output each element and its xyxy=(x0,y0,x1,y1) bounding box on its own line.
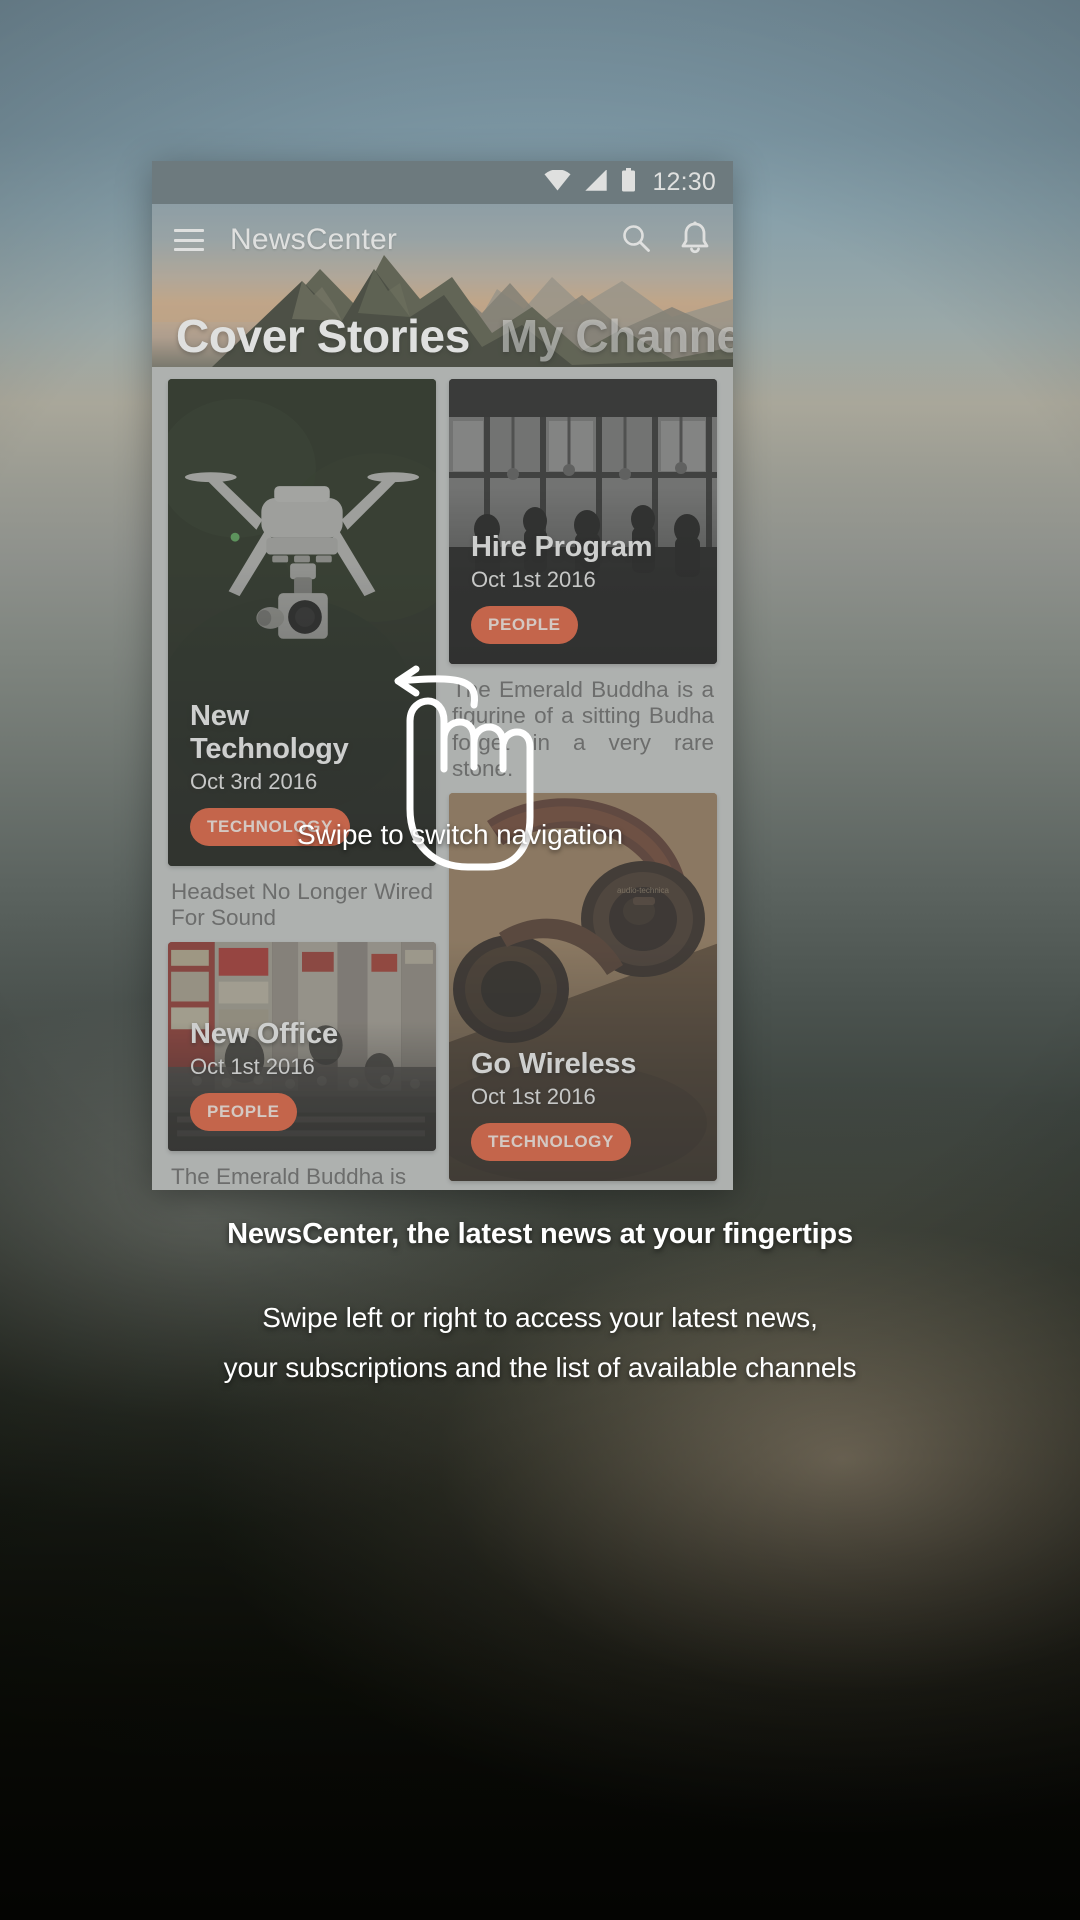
phone-screenshot: 12:30 NewsCenter Cover Stories My Channe… xyxy=(152,161,733,1190)
card-body: New Technology Oct 3rd 2016 TECHNOLOGY xyxy=(168,700,436,866)
caption-heading: NewsCenter, the latest news at your fing… xyxy=(227,1218,853,1250)
card-date: Oct 3rd 2016 xyxy=(190,768,318,794)
battery-icon xyxy=(621,168,636,197)
excerpt-emerald-buddha: The Emerald Buddha is a figurine of a si… xyxy=(452,677,714,781)
signal-icon xyxy=(584,168,608,196)
card-tag-badge[interactable]: TECHNOLOGY xyxy=(190,807,350,846)
card-body: New Office Oct 1st 2016 PEOPLE xyxy=(168,1018,436,1151)
status-bar-clock: 12:30 xyxy=(652,168,716,196)
card-title: New Office xyxy=(190,1017,338,1050)
caption-body: Swipe left or right to access your lates… xyxy=(0,1293,1080,1393)
right-column: Hire Program Oct 1st 2016 PEOPLE The Eme… xyxy=(449,379,717,1190)
wifi-icon xyxy=(544,168,571,196)
caption-line-2: your subscriptions and the list of avail… xyxy=(223,1351,857,1383)
card-hire-program[interactable]: Hire Program Oct 1st 2016 PEOPLE xyxy=(449,379,717,664)
bell-icon[interactable] xyxy=(679,221,711,260)
card-new-technology[interactable]: New Technology Oct 3rd 2016 TECHNOLOGY xyxy=(168,379,436,866)
hamburger-menu-icon[interactable] xyxy=(174,229,204,251)
card-body: Hire Program Oct 1st 2016 PEOPLE xyxy=(449,531,717,664)
tab-cover-stories[interactable]: Cover Stories xyxy=(176,309,470,363)
caption-block: NewsCenter, the latest news at your fing… xyxy=(0,1218,1080,1393)
app-bar: NewsCenter xyxy=(152,204,733,276)
search-icon[interactable] xyxy=(620,222,652,259)
caption-line-1: Swipe left or right to access your lates… xyxy=(262,1302,818,1333)
left-column: New Technology Oct 3rd 2016 TECHNOLOGY H… xyxy=(168,379,436,1190)
card-date: Oct 1st 2016 xyxy=(471,567,596,592)
excerpt-emerald-partial: The Emerald Buddha is xyxy=(171,1163,407,1189)
card-date: Oct 1st 2016 xyxy=(471,1084,596,1110)
app-bar-actions xyxy=(620,221,711,260)
content-area: New Technology Oct 3rd 2016 TECHNOLOGY H… xyxy=(152,367,733,1190)
card-tag-badge[interactable]: PEOPLE xyxy=(471,606,578,644)
card-tag-badge[interactable]: PEOPLE xyxy=(190,1092,297,1131)
card-tag-badge[interactable]: TECHNOLOGY xyxy=(471,1123,631,1162)
card-title: Hire Program xyxy=(471,531,653,563)
tab-bar: Cover Stories My Channels xyxy=(152,309,733,363)
hero-header: NewsCenter Cover Stories My Channels xyxy=(152,204,733,367)
card-new-office[interactable]: New Office Oct 1st 2016 PEOPLE xyxy=(168,942,436,1151)
excerpt-headset: Headset No Longer Wired For Sound xyxy=(171,878,433,931)
card-title: New Technology xyxy=(190,699,349,765)
card-title: Go Wireless xyxy=(471,1048,637,1081)
card-body: Go Wireless Oct 1st 2016 TECHNOLOGY xyxy=(449,1048,717,1181)
app-title: NewsCenter xyxy=(230,223,398,256)
status-bar: 12:30 xyxy=(152,161,733,204)
card-go-wireless[interactable]: audio-technica Go Wireless Oct 1st 2016 … xyxy=(449,793,717,1182)
card-date: Oct 1st 2016 xyxy=(190,1053,315,1079)
tab-my-channels[interactable]: My Channels xyxy=(500,309,733,363)
